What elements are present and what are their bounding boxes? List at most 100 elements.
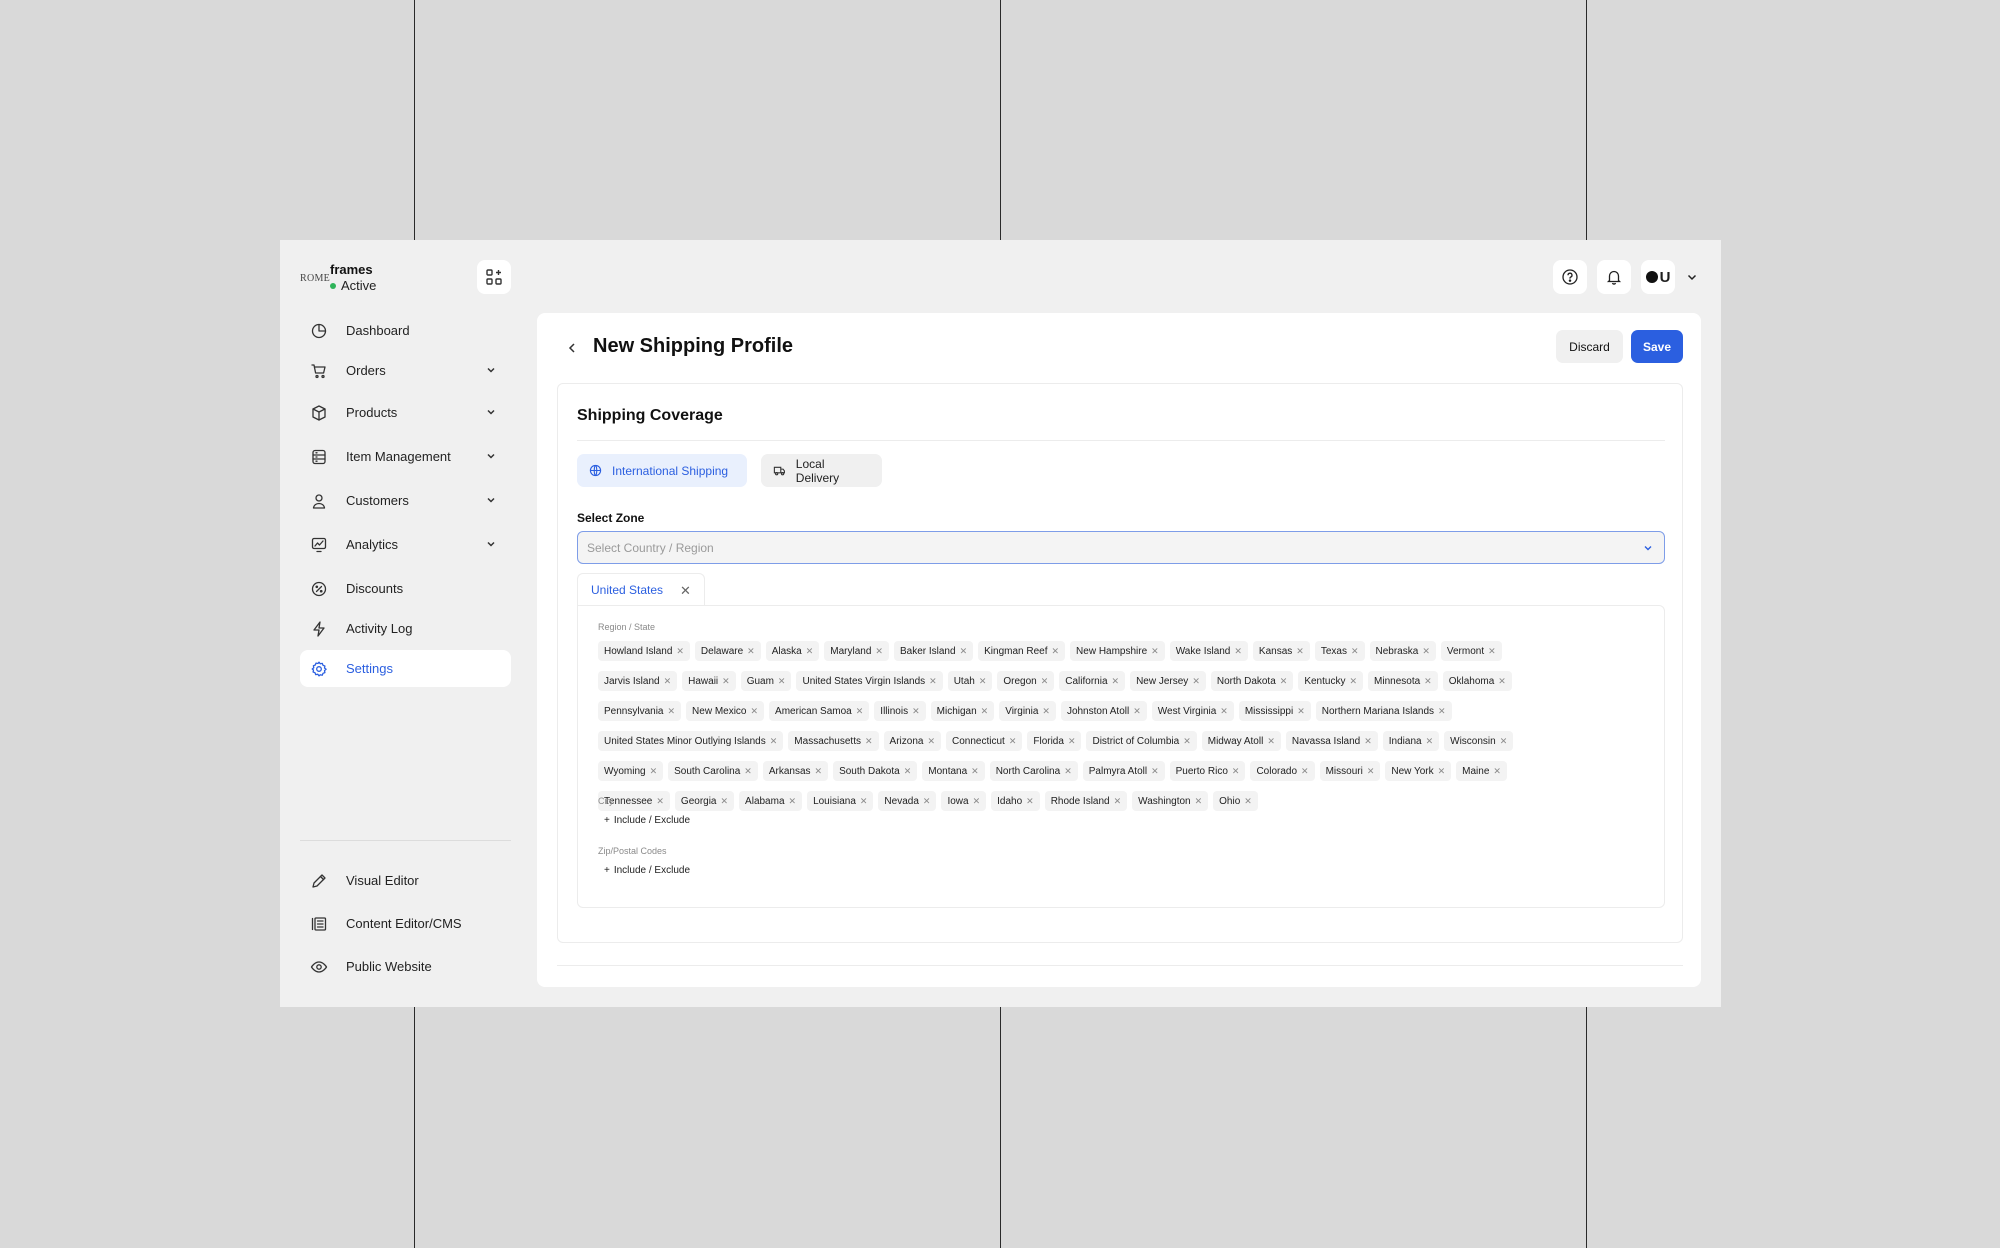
remove-icon[interactable]: ✕ [1498,676,1506,687]
remove-icon[interactable]: ✕ [1351,646,1359,657]
region-chip[interactable]: United States Virgin Islands ✕ [796,671,943,691]
region-chip[interactable]: Illinois ✕ [874,701,926,721]
remove-icon[interactable]: ✕ [1280,676,1288,687]
region-chip[interactable]: Nevada ✕ [878,791,937,811]
remove-icon[interactable]: ✕ [656,796,664,807]
region-chip[interactable]: Wisconsin ✕ [1444,731,1514,751]
region-chip[interactable]: Washington ✕ [1132,791,1209,811]
sidebar-item-orders[interactable]: Orders [300,352,511,389]
remove-icon[interactable]: ✕ [904,766,912,777]
region-chip[interactable]: Maine ✕ [1456,761,1507,781]
country-tab-united-states[interactable]: United States ✕ [577,573,705,606]
remove-icon[interactable]: ✕ [1232,766,1240,777]
region-chip[interactable]: Navassa Island ✕ [1285,731,1378,751]
account-chevron-down-icon[interactable] [1685,270,1699,284]
remove-icon[interactable]: ✕ [1026,796,1034,807]
region-chip[interactable]: Colorado ✕ [1250,761,1315,781]
region-chip[interactable]: Baker Island ✕ [893,641,974,661]
region-chip[interactable]: California ✕ [1059,671,1126,691]
region-chip[interactable]: Pennsylvania ✕ [598,701,682,721]
region-chip[interactable]: Wake Island ✕ [1169,641,1248,661]
region-chip[interactable]: Missouri ✕ [1319,761,1381,781]
remove-icon[interactable]: ✕ [664,676,672,687]
remove-icon[interactable]: ✕ [927,736,935,747]
sidebar-item-customers[interactable]: Customers [300,482,511,519]
region-chip[interactable]: Maryland ✕ [824,641,889,661]
region-chip[interactable]: Palmyra Atoll ✕ [1082,761,1165,781]
remove-icon[interactable]: ✕ [1114,796,1122,807]
region-chip[interactable]: Kingman Reef ✕ [978,641,1066,661]
region-chip[interactable]: Louisiana ✕ [807,791,874,811]
remove-icon[interactable]: ✕ [1183,736,1191,747]
remove-icon[interactable]: ✕ [923,796,931,807]
region-chip[interactable]: Jarvis Island ✕ [598,671,678,691]
remove-icon[interactable]: ✕ [865,736,873,747]
remove-icon[interactable]: ✕ [1301,766,1309,777]
region-chip[interactable]: Iowa ✕ [941,791,987,811]
region-chip[interactable]: Minnesota ✕ [1368,671,1438,691]
sidebar-item-activity-log[interactable]: Activity Log [300,610,511,647]
region-chip[interactable]: South Dakota ✕ [833,761,918,781]
region-chip[interactable]: Texas ✕ [1314,641,1365,661]
remove-icon[interactable]: ✕ [676,646,684,657]
region-chip[interactable]: Howland Island ✕ [598,641,690,661]
region-chip[interactable]: Northern Mariana Islands ✕ [1315,701,1452,721]
region-chip[interactable]: Connecticut ✕ [946,731,1023,751]
remove-icon[interactable]: ✕ [1064,766,1072,777]
remove-icon[interactable]: ✕ [1009,736,1017,747]
region-chip[interactable]: Georgia ✕ [674,791,735,811]
remove-icon[interactable]: ✕ [960,646,968,657]
remove-icon[interactable]: ✕ [1068,736,1076,747]
region-chip[interactable]: Oregon ✕ [997,671,1055,691]
remove-icon[interactable]: ✕ [747,646,755,657]
region-chip[interactable]: Florida ✕ [1027,731,1082,751]
remove-icon[interactable]: ✕ [1112,676,1120,687]
remove-icon[interactable]: ✕ [789,796,797,807]
region-chip[interactable]: New York ✕ [1385,761,1452,781]
region-chip[interactable]: District of Columbia ✕ [1086,731,1197,751]
region-chip[interactable]: United States Minor Outlying Islands ✕ [598,731,784,751]
sidebar-item-settings[interactable]: Settings [300,650,511,687]
remove-icon[interactable]: ✕ [815,766,823,777]
remove-icon[interactable]: ✕ [1220,706,1228,717]
zone-select[interactable]: Select Country / Region [577,531,1665,564]
notifications-button[interactable] [1597,260,1631,294]
remove-icon[interactable]: ✕ [1244,796,1252,807]
remove-icon[interactable]: ✕ [1234,646,1242,657]
sidebar-item-discounts[interactable]: Discounts [300,570,511,607]
remove-icon[interactable]: ✕ [1195,796,1203,807]
help-button[interactable] [1553,260,1587,294]
region-chip[interactable]: Guam ✕ [740,671,792,691]
remove-icon[interactable]: ✕ [1349,676,1357,687]
remove-icon[interactable]: ✕ [1438,766,1446,777]
sidebar-item-content-editor-cms[interactable]: Content Editor/CMS [300,905,511,942]
remove-icon[interactable]: ✕ [1151,646,1159,657]
region-chip[interactable]: Hawaii ✕ [682,671,736,691]
chevron-down-icon[interactable] [485,538,497,553]
remove-icon[interactable]: ✕ [1296,646,1304,657]
close-icon[interactable]: ✕ [680,583,691,599]
region-chip[interactable]: Delaware ✕ [694,641,761,661]
region-chip[interactable]: Montana ✕ [922,761,985,781]
city-include-exclude-button[interactable]: + Include / Exclude [598,811,696,829]
remove-icon[interactable]: ✕ [1297,706,1305,717]
remove-icon[interactable]: ✕ [1042,706,1050,717]
region-chip[interactable]: Idaho ✕ [991,791,1040,811]
remove-icon[interactable]: ✕ [770,736,778,747]
remove-icon[interactable]: ✕ [1488,646,1496,657]
sidebar-item-public-website[interactable]: Public Website [300,948,511,985]
remove-icon[interactable]: ✕ [1133,706,1141,717]
remove-icon[interactable]: ✕ [1041,676,1049,687]
remove-icon[interactable]: ✕ [1424,676,1432,687]
region-chip[interactable]: Alaska ✕ [765,641,820,661]
region-chip[interactable]: Puerto Rico ✕ [1169,761,1246,781]
chevron-down-icon[interactable] [485,450,497,465]
remove-icon[interactable]: ✕ [856,706,864,717]
sidebar-item-dashboard[interactable]: Dashboard [300,312,511,349]
remove-icon[interactable]: ✕ [1192,676,1200,687]
region-chip[interactable]: North Dakota ✕ [1210,671,1294,691]
tab-local-delivery[interactable]: Local Delivery [761,454,882,487]
zip-include-exclude-button[interactable]: + Include / Exclude [598,861,696,879]
region-chip[interactable]: Michigan ✕ [930,701,995,721]
region-chip[interactable]: Vermont ✕ [1440,641,1502,661]
